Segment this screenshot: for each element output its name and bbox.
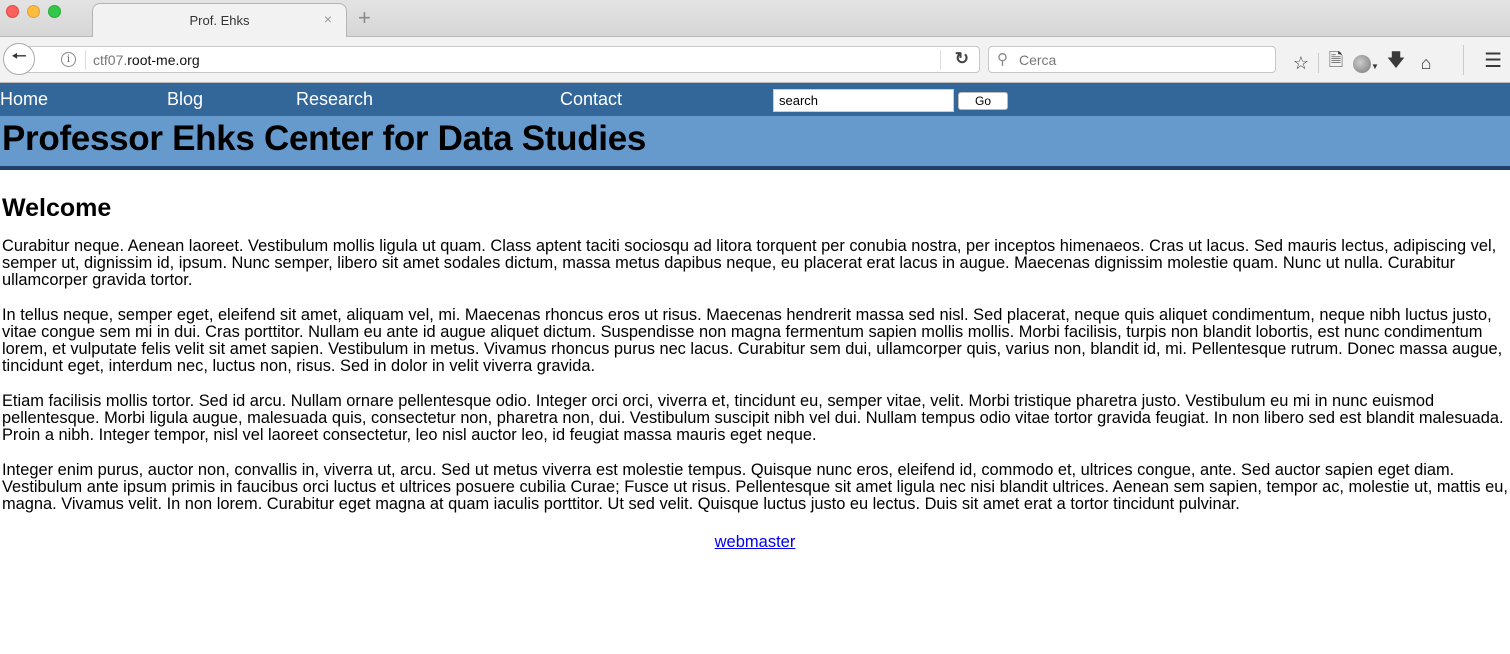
globe-icon[interactable]: ▼ (1351, 53, 1381, 74)
site-search-input[interactable] (773, 89, 954, 112)
tab-close-icon[interactable]: × (324, 11, 332, 27)
home-icon[interactable]: ⌂ (1411, 53, 1441, 74)
nav-home[interactable]: Home (0, 89, 48, 110)
browser-tab[interactable]: Prof. Ehks × (92, 3, 347, 38)
toolbar-icons: ☆ 🗎 ▼ 🡇 ⌂ (1286, 48, 1441, 78)
go-button[interactable]: Go (958, 92, 1008, 110)
webmaster-link[interactable]: webmaster (715, 533, 796, 551)
url-domain: root-me.org (127, 52, 200, 68)
browser-toolbar: i ctf07.root-me.org ↻ 🠔 ⚲ Cerca ☆ 🗎 ▼ 🡇 … (0, 37, 1510, 83)
nav-contact[interactable]: Contact (560, 89, 622, 110)
site-title: Professor Ehks Center for Data Studies (2, 119, 647, 158)
menu-divider (1463, 45, 1464, 75)
site-nav: Home Blog Research Contact Go (0, 83, 1510, 116)
toolbar-divider (1318, 53, 1319, 73)
footer: webmaster (2, 533, 1508, 552)
reading-list-icon[interactable]: 🗎 (1321, 48, 1351, 78)
info-icon[interactable]: i (61, 52, 76, 67)
paragraph: Curabitur neque. Aenean laoreet. Vestibu… (2, 237, 1497, 289)
url-text[interactable]: ctf07.root-me.org (93, 52, 200, 68)
url-divider (85, 50, 86, 70)
hamburger-menu-icon[interactable]: ☰ (1484, 48, 1502, 73)
download-icon[interactable]: 🡇 (1381, 48, 1411, 78)
site-header: Professor Ehks Center for Data Studies (0, 116, 1510, 170)
main-content: Welcome Curabitur neque. Aenean laoreet.… (0, 194, 1510, 552)
nav-research[interactable]: Research (296, 89, 373, 110)
search-icon: ⚲ (997, 51, 1008, 68)
nav-blog[interactable]: Blog (167, 89, 203, 110)
paragraph: In tellus neque, semper eget, eleifend s… (2, 306, 1503, 375)
back-button[interactable]: 🠔 (3, 43, 35, 75)
window-controls (6, 5, 61, 18)
window-maximize-button[interactable] (48, 5, 61, 18)
window-minimize-button[interactable] (27, 5, 40, 18)
browser-search-placeholder: Cerca (1019, 52, 1057, 68)
paragraph: Etiam facilisis mollis tortor. Sed id ar… (2, 392, 1504, 444)
reload-divider (940, 50, 941, 70)
browser-search-input[interactable]: ⚲ Cerca (988, 46, 1276, 73)
bookmark-star-icon[interactable]: ☆ (1286, 53, 1316, 74)
back-arrow-icon: 🠔 (11, 46, 27, 66)
paragraph: Integer enim purus, auctor non, convalli… (2, 461, 1508, 513)
url-subdomain: ctf07. (93, 52, 128, 68)
new-tab-icon[interactable]: + (358, 5, 371, 31)
browser-tab-strip: Prof. Ehks × + (0, 0, 1510, 38)
page-heading: Welcome (2, 194, 112, 222)
address-bar[interactable]: i ctf07.root-me.org ↻ (24, 46, 980, 73)
reload-icon[interactable]: ↻ (955, 49, 969, 69)
window-close-button[interactable] (6, 5, 19, 18)
tab-title: Prof. Ehks (189, 13, 250, 28)
